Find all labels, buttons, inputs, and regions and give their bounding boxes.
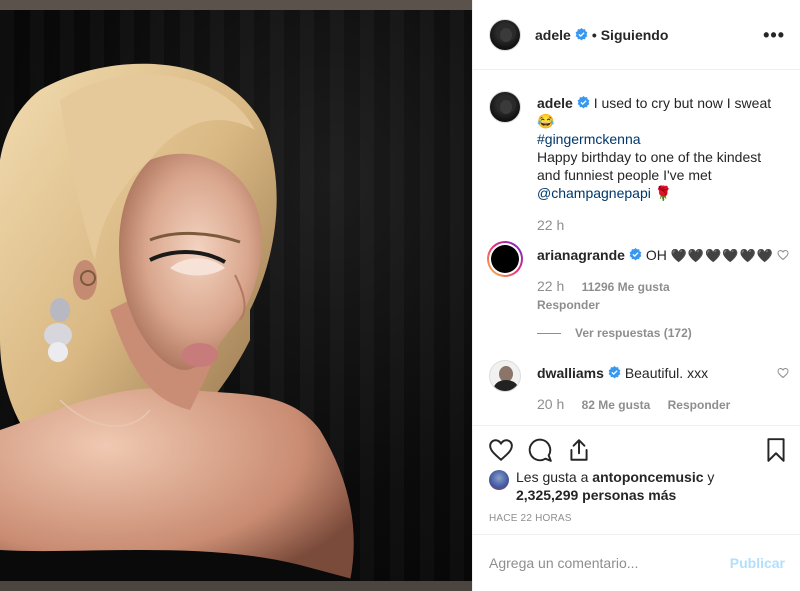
author-avatar[interactable] (489, 18, 521, 51)
post-header: adele • Siguiendo ••• (473, 0, 800, 70)
photo-illustration (0, 63, 360, 581)
like-heart-icon[interactable] (488, 437, 514, 463)
likes-count[interactable]: 2,325,299 personas más (516, 487, 676, 503)
likes-summary: Les gusta a antoponcemusic y 2,325,299 p… (489, 468, 789, 504)
comment-item: arianagrande OH 🖤🖤🖤🖤🖤🖤 22 h 11296 Me gus… (487, 241, 789, 314)
comment-time[interactable]: 22 h (537, 278, 564, 294)
likes-prefix: Les gusta a (516, 469, 589, 485)
author-username[interactable]: adele (535, 27, 571, 43)
likes-conj: y (707, 469, 715, 485)
comments-section: adele I used to cry but now I sweat 😂 #g… (473, 71, 800, 425)
add-comment-bar: Agrega un comentario... Publicar (473, 534, 800, 591)
separator-dot: • (591, 26, 597, 43)
verified-badge-icon (575, 28, 588, 41)
reply-button[interactable]: Responder (668, 398, 731, 412)
reply-button[interactable]: Responder (537, 296, 785, 314)
caption-text: I used to cry but now I sweat (593, 95, 772, 111)
comment-username[interactable]: dwalliams (537, 365, 604, 381)
comment-text: Beautiful. xxx (624, 365, 709, 381)
story-ring-avatar[interactable] (487, 241, 523, 277)
mention-link[interactable]: @champagnepapi (537, 185, 651, 201)
view-replies-label[interactable]: Ver respuestas (172) (575, 326, 692, 340)
follow-status-button[interactable]: Siguiendo (601, 27, 669, 43)
post-photo[interactable] (0, 10, 472, 581)
liker-avatar[interactable] (489, 470, 509, 490)
black-hearts-emoji: 🖤🖤🖤🖤🖤🖤 (670, 248, 774, 263)
comment-meta: 22 h 11296 Me gusta (537, 277, 785, 296)
verified-badge-icon (629, 248, 642, 261)
bottom-border (0, 581, 472, 591)
more-options-icon[interactable]: ••• (763, 26, 785, 44)
like-comment-heart-icon[interactable] (777, 367, 789, 379)
caption-username[interactable]: adele (537, 95, 573, 111)
caption-time[interactable]: 22 h (537, 216, 785, 234)
view-replies-line (537, 332, 561, 334)
comment-likes[interactable]: 11296 Me gusta (582, 280, 670, 294)
comment-meta: 20 h 82 Me gusta Responder (537, 395, 785, 414)
like-comment-heart-icon[interactable] (777, 249, 789, 261)
view-replies-button[interactable]: Ver respuestas (172) (489, 326, 785, 340)
top-border (0, 0, 472, 10)
verified-badge-icon (577, 96, 590, 109)
caption-avatar[interactable] (489, 91, 521, 123)
liker-username[interactable]: antoponcemusic (592, 469, 703, 485)
commenter-avatar[interactable] (489, 360, 521, 392)
comment-item: dwalliams Beautiful. xxx 20 h 82 Me gust… (489, 360, 789, 414)
caption-line2: Happy birthday to one of the kindest and… (537, 149, 762, 183)
comment-text: OH (645, 247, 667, 263)
post-sidebar: adele • Siguiendo ••• adele I used to cr… (472, 0, 800, 591)
laughing-emoji: 😂 (537, 113, 555, 129)
verified-badge-icon (608, 366, 621, 379)
post-caption: adele I used to cry but now I sweat 😂 #g… (489, 91, 785, 234)
action-bar (473, 425, 800, 472)
post-timestamp[interactable]: HACE 22 HORAS (489, 513, 572, 524)
comment-time[interactable]: 20 h (537, 396, 564, 412)
comment-likes[interactable]: 82 Me gusta (582, 398, 651, 412)
comment-bubble-icon[interactable] (527, 437, 553, 463)
hashtag-link[interactable]: #gingermckenna (537, 131, 641, 147)
comment-input[interactable]: Agrega un comentario... (489, 555, 730, 571)
instagram-post-window: adele • Siguiendo ••• adele I used to cr… (0, 0, 800, 591)
publish-button[interactable]: Publicar (730, 555, 785, 571)
rose-emoji: 🌹 (654, 185, 673, 201)
share-icon[interactable] (566, 437, 592, 463)
comment-username[interactable]: arianagrande (537, 247, 625, 263)
save-bookmark-icon[interactable] (763, 437, 789, 463)
